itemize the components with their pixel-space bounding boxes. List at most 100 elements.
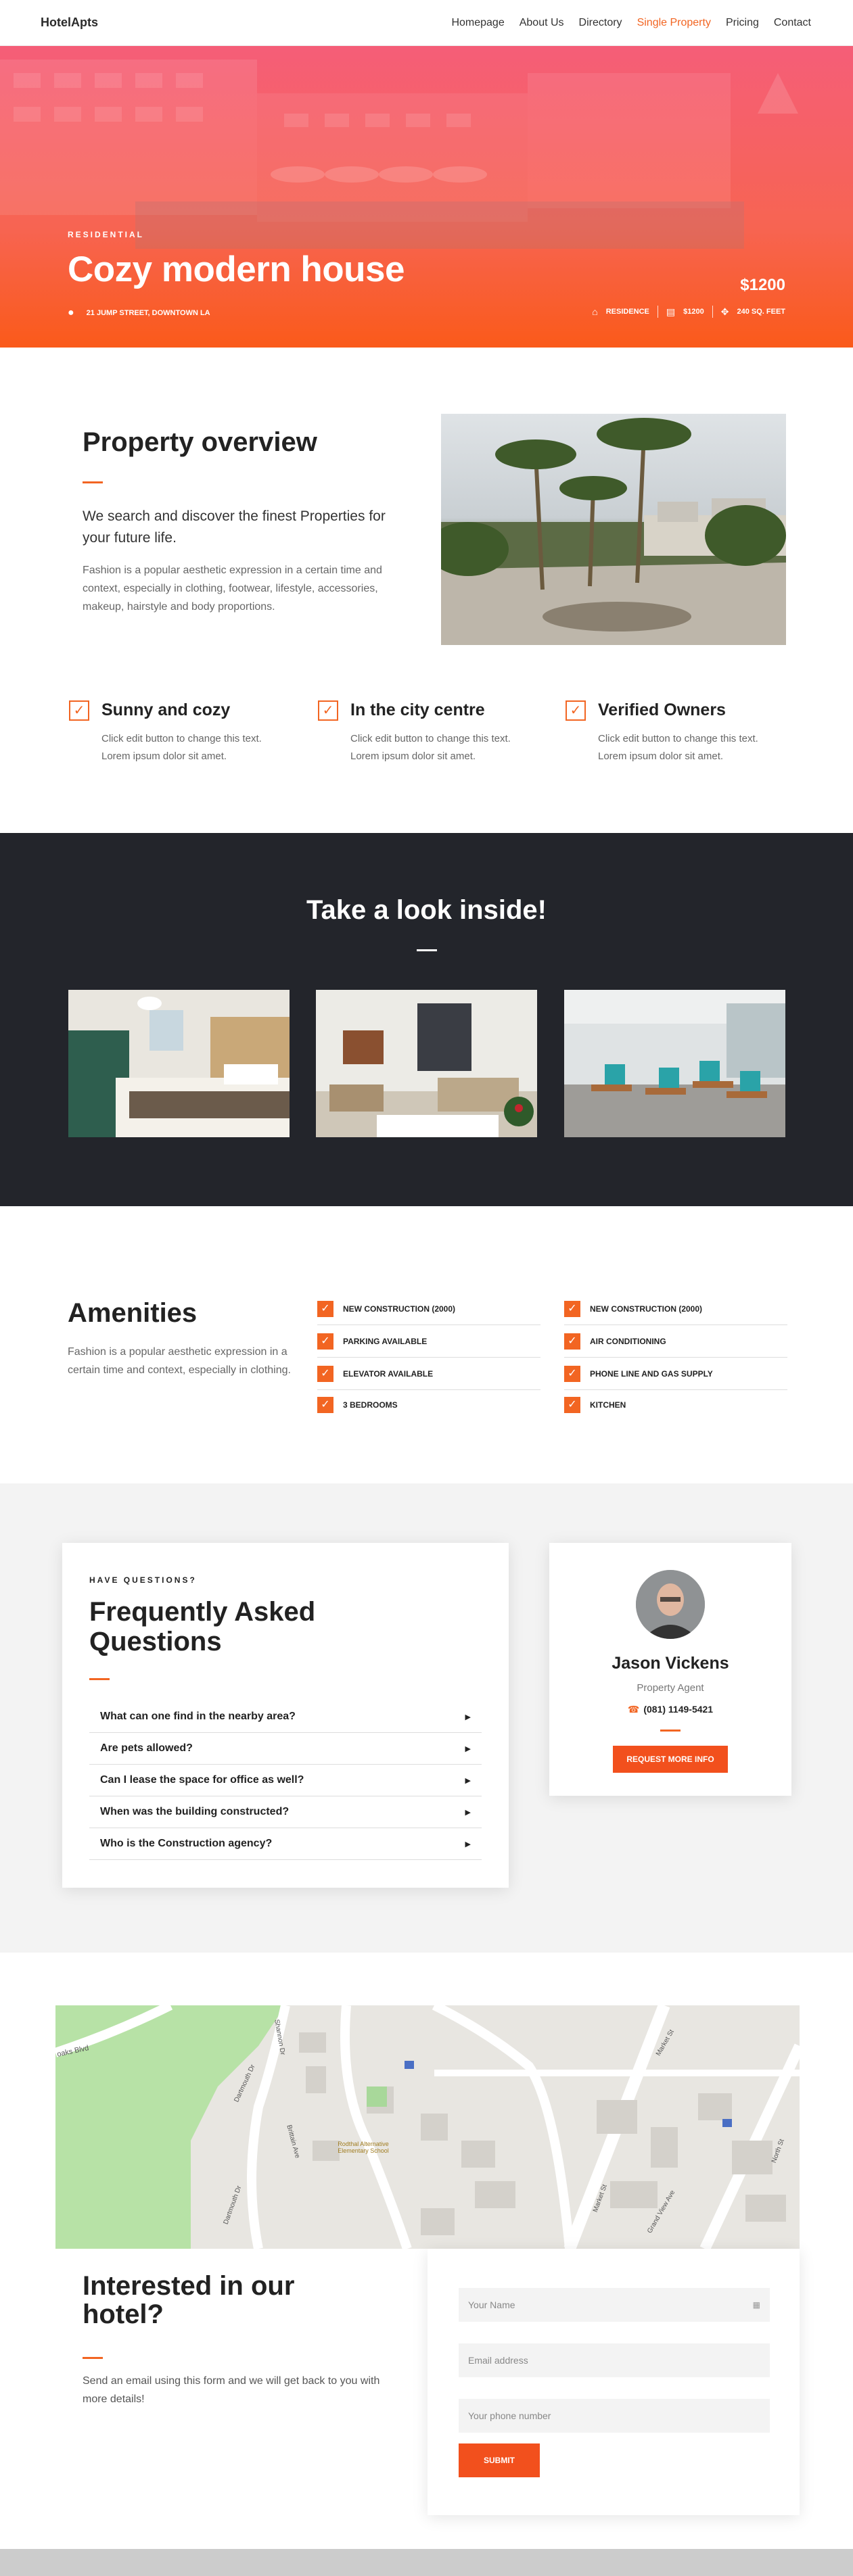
feature-text: Click edit button to change this text. L… — [350, 733, 511, 762]
overview-photo — [441, 414, 786, 645]
hero-address: ● 21 JUMP STREET, DOWNTOWN LA — [68, 307, 210, 319]
gallery-photo-bedroom[interactable] — [68, 990, 290, 1137]
checkbox-checked-icon: ✓ — [317, 1397, 333, 1413]
hero-title: Cozy modern house — [68, 249, 405, 289]
faq-item[interactable]: What can one find in the nearby area? ▶ — [89, 1701, 482, 1733]
accent-divider — [417, 949, 437, 951]
nav-item-contact[interactable]: Contact — [774, 17, 811, 29]
hero-background-image — [0, 59, 798, 249]
agent-role: Property Agent — [637, 1682, 704, 1694]
inside-gallery-section: Take a look inside! — [0, 833, 853, 1206]
location-map[interactable]: oaks Blvd Shannon Dr Dartmouth Dr Britta… — [55, 2005, 800, 2249]
divider — [712, 306, 713, 318]
faq-item[interactable]: Who is the Construction agency? ▶ — [89, 1828, 482, 1860]
faq-item[interactable]: Can I lease the space for office as well… — [89, 1765, 482, 1796]
caret-right-icon: ▶ — [465, 1840, 471, 1848]
hero-meta: ⌂ RESIDENCE ▤ $1200 ✥ 240 SQ. FEET — [592, 306, 785, 318]
phone-icon: ☎ — [627, 1704, 640, 1715]
expand-icon: ✥ — [720, 306, 729, 317]
checkbox-checked-icon: ✓ — [317, 1333, 333, 1350]
accent-divider — [83, 481, 103, 483]
hero-price: $1200 — [740, 276, 785, 294]
checkbox-checked-icon: ✓ — [564, 1397, 580, 1413]
faq-section: HAVE QUESTIONS? Frequently Asked Questio… — [0, 1483, 853, 1953]
amenity-label: AIR CONDITIONING — [590, 1336, 666, 1346]
amenities-body: Fashion is a popular aesthetic expressio… — [68, 1346, 291, 1376]
faq-item[interactable]: When was the building constructed? ▶ — [89, 1796, 482, 1828]
footer-bar — [0, 2549, 853, 2576]
site-logo[interactable]: HotelApts — [41, 16, 98, 30]
home-icon: ⌂ — [592, 306, 598, 317]
feature-title: In the city centre — [350, 700, 485, 719]
faq-tagline: HAVE QUESTIONS? — [89, 1575, 197, 1585]
amenity-label: NEW CONSTRUCTION (2000) — [590, 1304, 703, 1314]
gallery-photo-living-room[interactable] — [316, 990, 537, 1137]
meta-area: 240 SQ. FEET — [737, 308, 785, 316]
phone-field[interactable]: Your phone number — [459, 2399, 770, 2433]
email-field[interactable]: Email address — [459, 2343, 770, 2377]
amenity-item: ✓ NEW CONSTRUCTION (2000) — [317, 1293, 540, 1325]
amenity-label: 3 BEDROOMS — [343, 1400, 398, 1410]
faq-question: When was the building constructed? — [100, 1806, 290, 1817]
faq-item[interactable]: Are pets allowed? ▶ — [89, 1733, 482, 1765]
amenity-item: ✓ ELEVATOR AVAILABLE — [317, 1358, 540, 1390]
checkbox-checked-icon: ✓ — [564, 1365, 580, 1382]
map-poi-label: Rodthal Alternative Elementary School — [338, 2141, 389, 2154]
overview-title: Property overview — [83, 427, 317, 457]
feature-title: Verified Owners — [598, 700, 726, 719]
amenity-label: PARKING AVAILABLE — [343, 1336, 428, 1346]
agent-avatar — [636, 1570, 705, 1639]
nav-item-single-property[interactable]: Single Property — [637, 17, 711, 29]
contact-form: Your Name ▦ Email address Your phone numb… — [428, 2249, 800, 2515]
checkbox-checked-icon: ✓ — [317, 1300, 333, 1317]
feature-text: Click edit button to change this text. L… — [598, 733, 758, 762]
phone-placeholder: Your phone number — [468, 2410, 551, 2421]
faq-question: Who is the Construction agency? — [100, 1838, 273, 1849]
amenity-item: ✓ AIR CONDITIONING — [564, 1325, 787, 1358]
faq-question: What can one find in the nearby area? — [100, 1711, 296, 1722]
amenities-title: Amenities — [68, 1298, 198, 1328]
top-navigation: HotelApts Homepage About Us Directory Si… — [0, 0, 853, 46]
feature-title: Sunny and cozy — [101, 700, 231, 719]
submit-button[interactable]: SUBMIT — [459, 2443, 540, 2477]
gallery-photo-dining-room[interactable] — [564, 990, 785, 1137]
faq-question: Can I lease the space for office as well… — [100, 1774, 304, 1786]
name-placeholder: Your Name — [468, 2299, 515, 2310]
nav-item-directory[interactable]: Directory — [579, 17, 622, 29]
accent-divider — [89, 1678, 110, 1680]
nav-item-homepage[interactable]: Homepage — [451, 17, 504, 29]
hero-banner: RESIDENTIAL Cozy modern house ● 21 JUMP … — [0, 46, 853, 348]
faq-question: Are pets allowed? — [100, 1742, 193, 1754]
accent-divider — [83, 2357, 103, 2359]
money-icon: ▤ — [666, 306, 676, 317]
caret-right-icon: ▶ — [465, 1776, 471, 1785]
request-more-info-button[interactable]: REQUEST MORE INFO — [613, 1746, 728, 1773]
contact-body: Send an email using this form and we wil… — [83, 2375, 380, 2405]
agent-name: Jason Vickens — [612, 1654, 729, 1673]
overview-lead: We search and discover the finest Proper… — [83, 508, 386, 546]
overview-body: Fashion is a popular aesthetic expressio… — [83, 565, 382, 613]
agent-phone[interactable]: ☎ (081) 1149-5421 — [549, 1704, 791, 1715]
amenity-item: ✓ 3 BEDROOMS — [317, 1389, 540, 1421]
amenity-item: ✓ NEW CONSTRUCTION (2000) — [564, 1293, 787, 1325]
caret-right-icon: ▶ — [465, 1808, 471, 1817]
faq-title: Frequently Asked Questions — [89, 1597, 316, 1656]
nav-item-pricing[interactable]: Pricing — [726, 17, 759, 29]
name-field[interactable]: Your Name ▦ — [459, 2288, 770, 2322]
feature-text: Click edit button to change this text. L… — [101, 733, 262, 762]
contact-title: Interested in our hotel? — [83, 2271, 295, 2329]
amenity-item: ✓ KITCHEN — [564, 1389, 787, 1421]
agent-phone-number: (081) 1149-5421 — [643, 1704, 714, 1715]
nav-item-about-us[interactable]: About Us — [520, 17, 564, 29]
amenity-label: PHONE LINE AND GAS SUPPLY — [590, 1368, 713, 1379]
amenity-item: ✓ PHONE LINE AND GAS SUPPLY — [564, 1358, 787, 1390]
amenity-label: NEW CONSTRUCTION (2000) — [343, 1304, 456, 1314]
checkbox-checked-icon: ✓ — [317, 1365, 333, 1382]
checkbox-checked-icon: ✓ — [564, 1300, 580, 1317]
main-menu: Homepage About Us Directory Single Prope… — [451, 17, 811, 29]
email-placeholder: Email address — [468, 2355, 528, 2366]
amenity-label: ELEVATOR AVAILABLE — [343, 1368, 434, 1379]
check-icon: ✓ — [318, 700, 338, 721]
checkbox-checked-icon: ✓ — [564, 1333, 580, 1350]
check-icon: ✓ — [69, 700, 89, 721]
